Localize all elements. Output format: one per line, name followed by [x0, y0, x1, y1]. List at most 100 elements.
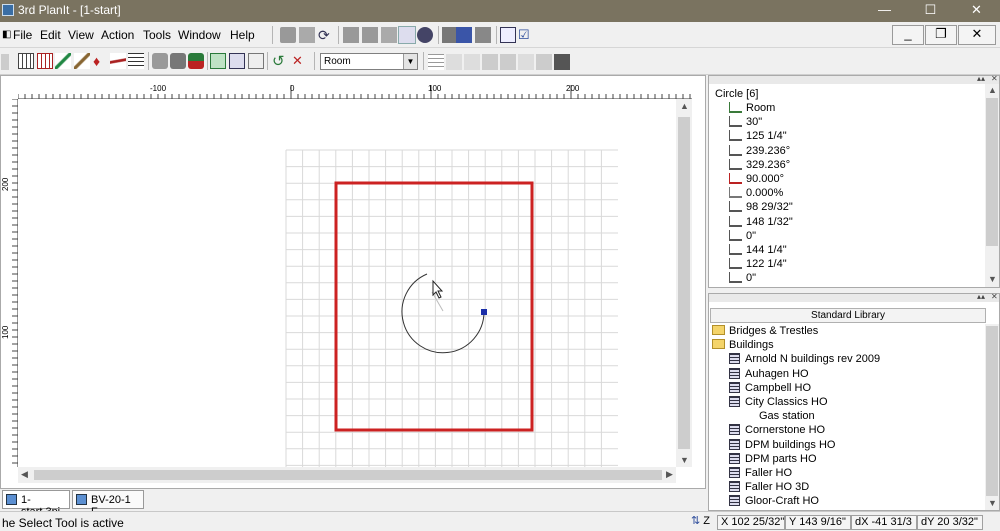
- refresh-icon[interactable]: ⟳: [318, 27, 334, 43]
- property-x-position[interactable]: 98 29/32": [729, 201, 793, 215]
- track-icon[interactable]: [110, 53, 126, 69]
- menu-edit[interactable]: Edit: [40, 28, 61, 42]
- grid-icon[interactable]: [37, 53, 53, 69]
- scroll-up-icon[interactable]: ▲: [680, 101, 689, 111]
- menu-help[interactable]: Help: [230, 28, 255, 42]
- tool-icon[interactable]: [343, 27, 359, 43]
- close-button[interactable]: ✕: [954, 0, 999, 22]
- checklist-icon[interactable]: ☑: [518, 27, 534, 43]
- scroll-up-icon[interactable]: ▲: [988, 85, 997, 95]
- library-item[interactable]: DPM parts HO: [729, 452, 817, 467]
- grid-icon[interactable]: [18, 53, 34, 69]
- minimize-button[interactable]: —: [862, 0, 907, 22]
- scroll-left-icon[interactable]: ◀: [21, 469, 28, 480]
- tab-bv-20-1[interactable]: BV-20-1 F...: [72, 490, 144, 518]
- library-item[interactable]: Cornerstone HO: [729, 424, 825, 438]
- panel-pin-icon[interactable]: ▴▴: [977, 292, 985, 301]
- tool-icon[interactable]: [362, 27, 378, 43]
- tool-icon[interactable]: ✕: [292, 53, 308, 69]
- library-folder[interactable]: Bridges & Trestles: [712, 325, 818, 339]
- tab-1-start[interactable]: 1-start.3pi: [2, 490, 70, 518]
- shape-icon[interactable]: [152, 53, 168, 69]
- align-icon[interactable]: [482, 54, 498, 70]
- library-item[interactable]: Gas station: [759, 410, 815, 424]
- library-title[interactable]: Standard Library: [710, 308, 986, 323]
- image-icon[interactable]: [248, 53, 264, 69]
- align-icon[interactable]: [518, 54, 534, 70]
- shape-icon[interactable]: [188, 53, 204, 69]
- selection-handle[interactable]: [481, 309, 487, 315]
- shape-icon[interactable]: [170, 53, 186, 69]
- property-y-position[interactable]: 148 1/32": [729, 215, 793, 230]
- marker-icon[interactable]: ♦: [93, 53, 109, 69]
- align-icon[interactable]: [536, 54, 552, 70]
- property-center-x[interactable]: 144 1/4": [729, 244, 787, 258]
- panel-pin-icon[interactable]: ▴▴: [977, 74, 985, 83]
- align-icon[interactable]: [554, 54, 570, 70]
- library-item[interactable]: Campbell HO: [729, 381, 811, 396]
- tool-icon[interactable]: [280, 27, 296, 43]
- menu-tools[interactable]: Tools: [143, 28, 171, 42]
- table-icon[interactable]: [210, 53, 226, 69]
- mdi-close-button[interactable]: ✕: [958, 25, 996, 45]
- menu-file[interactable]: File: [13, 28, 32, 42]
- menu-window[interactable]: Window: [178, 28, 221, 42]
- scroll-down-icon[interactable]: ▼: [988, 498, 997, 508]
- library-item[interactable]: DPM buildings HO: [729, 438, 835, 453]
- property-arc-angle[interactable]: 90.000°: [729, 173, 784, 187]
- property-start-angle[interactable]: 239.236°: [729, 144, 790, 159]
- scroll-thumb[interactable]: [986, 98, 998, 246]
- menu-action[interactable]: Action: [101, 28, 134, 42]
- mdi-minimize-button[interactable]: _: [892, 25, 924, 45]
- panel-close-icon[interactable]: ✕: [991, 292, 998, 301]
- library-item[interactable]: Auhagen HO: [729, 367, 809, 382]
- doc-icon[interactable]: ◧: [2, 29, 11, 40]
- property-radius[interactable]: 30": [729, 116, 762, 130]
- align-icon[interactable]: [464, 54, 480, 70]
- lines-icon[interactable]: [128, 53, 144, 69]
- tool-icon[interactable]: [456, 27, 472, 43]
- library-item[interactable]: Faller HO: [729, 467, 792, 481]
- maximize-button[interactable]: ☐: [908, 0, 953, 22]
- property-layer[interactable]: Room: [729, 102, 775, 116]
- layer-select[interactable]: Room ▼: [320, 53, 418, 70]
- library-item[interactable]: City Classics HO: [729, 396, 828, 410]
- panel-close-icon[interactable]: ✕: [991, 74, 998, 83]
- library-folder[interactable]: Buildings: [712, 339, 774, 353]
- circle-arc[interactable]: [401, 273, 485, 354]
- property-grade[interactable]: 0.000%: [729, 187, 783, 201]
- align-icon[interactable]: [428, 54, 444, 70]
- scroll-thumb[interactable]: [986, 326, 998, 496]
- menu-view[interactable]: View: [68, 28, 94, 42]
- tool-icon[interactable]: [417, 27, 433, 43]
- library-item[interactable]: Gloor-Craft HO: [729, 495, 819, 509]
- vertical-scrollbar[interactable]: ▲ ▼: [676, 99, 692, 467]
- scroll-down-icon[interactable]: ▼: [680, 455, 689, 465]
- align-icon[interactable]: [500, 54, 516, 70]
- scroll-right-icon[interactable]: ▶: [666, 469, 673, 480]
- window-icon[interactable]: [500, 27, 516, 43]
- undo-icon[interactable]: ↺: [272, 52, 288, 70]
- horizontal-scrollbar[interactable]: ◀ ▶: [18, 467, 676, 483]
- library-item[interactable]: Faller HO 3D: [729, 481, 809, 495]
- layout-drawing[interactable]: [18, 99, 674, 467]
- property-center-y[interactable]: 122 1/4": [729, 258, 787, 272]
- track-icon[interactable]: [74, 53, 90, 69]
- tool-icon[interactable]: [299, 27, 315, 43]
- library-item[interactable]: Arnold N buildings rev 2009: [729, 353, 880, 367]
- room-outline[interactable]: [334, 181, 534, 432]
- property-elevation[interactable]: 0": [729, 272, 756, 286]
- list-icon[interactable]: [229, 53, 245, 69]
- layout-canvas[interactable]: [18, 99, 674, 467]
- scroll-thumb[interactable]: [678, 117, 690, 449]
- align-icon[interactable]: [446, 54, 462, 70]
- scroll-down-icon[interactable]: ▼: [988, 274, 997, 284]
- property-end-angle[interactable]: 329.236°: [729, 158, 790, 173]
- property-z-position[interactable]: 0": [729, 229, 756, 244]
- mdi-restore-button[interactable]: ❐: [925, 25, 957, 45]
- scroll-thumb[interactable]: [34, 470, 662, 480]
- tool-icon[interactable]: [475, 27, 491, 43]
- select-tool-icon[interactable]: [398, 26, 416, 44]
- property-length[interactable]: 125 1/4": [729, 130, 787, 144]
- track-icon[interactable]: [55, 53, 71, 69]
